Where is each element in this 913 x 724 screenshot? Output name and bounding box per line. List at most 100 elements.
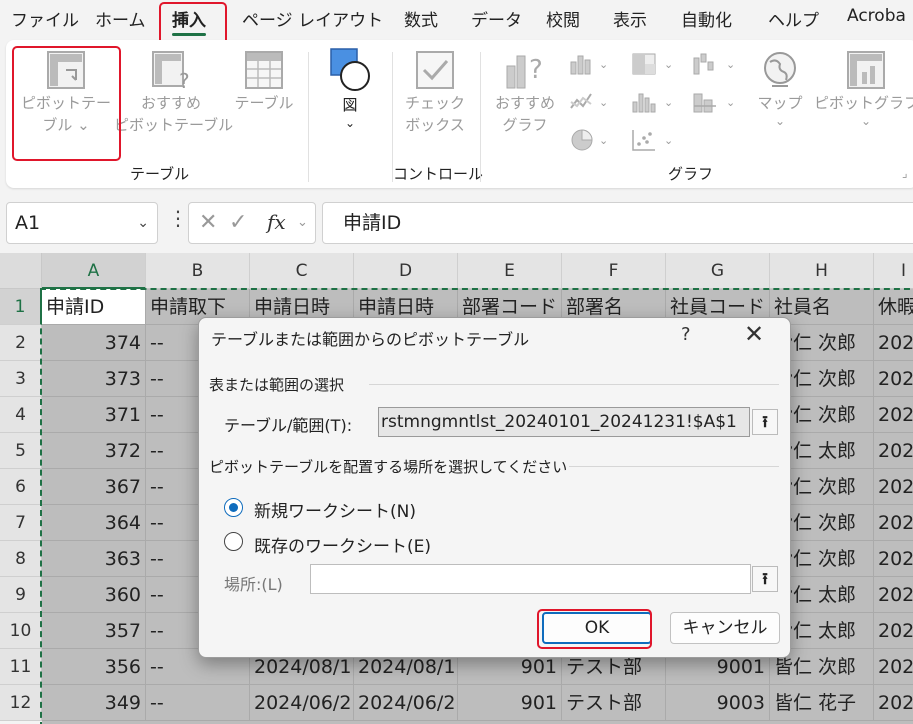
insert-function-button[interactable]: fx	[267, 210, 286, 234]
row-header-2[interactable]: 2	[0, 325, 42, 361]
cell-a4[interactable]: 371	[42, 397, 146, 433]
cell-g12[interactable]: 9003	[666, 685, 770, 721]
line-chart-icon[interactable]	[569, 90, 595, 114]
column-header-g[interactable]: G	[666, 253, 770, 289]
column-header-h[interactable]: H	[770, 253, 874, 289]
pie-chart-icon[interactable]	[569, 128, 595, 152]
hierarchy-chart-icon[interactable]	[631, 52, 657, 76]
collapse-dialog-icon[interactable]: ⭱	[752, 566, 778, 592]
tab-page-layout[interactable]: ページ レイアウト	[242, 6, 383, 31]
tab-help[interactable]: ヘルプ	[768, 6, 819, 31]
formula-input[interactable]: 申請ID	[322, 202, 913, 244]
row-header-10[interactable]: 10	[0, 613, 42, 649]
cell-i2[interactable]: 202	[874, 325, 913, 361]
cell-i1[interactable]: 休暇	[874, 289, 913, 325]
chevron-down-icon[interactable]: ⌄	[664, 58, 673, 71]
column-header-b[interactable]: B	[146, 253, 250, 289]
column-header-d[interactable]: D	[354, 253, 458, 289]
column-header-i[interactable]: I	[874, 253, 913, 289]
cell-f12[interactable]: テスト部	[562, 685, 666, 721]
cell-i11[interactable]: 202	[874, 649, 913, 685]
cell-i7[interactable]: 202	[874, 505, 913, 541]
cell-i5[interactable]: 202	[874, 433, 913, 469]
chevron-down-icon[interactable]: ⌄	[599, 96, 608, 109]
tab-acrobat[interactable]: Acroba	[847, 6, 906, 26]
row-header-6[interactable]: 6	[0, 469, 42, 505]
cell-i6[interactable]: 202	[874, 469, 913, 505]
cell-d12[interactable]: 2024/06/2	[354, 685, 458, 721]
column-header-e[interactable]: E	[458, 253, 562, 289]
row-header-12[interactable]: 12	[0, 685, 42, 721]
cell-a11[interactable]: 356	[42, 649, 146, 685]
checkbox-button[interactable]: チェック ボックス	[400, 48, 470, 136]
column-header-f[interactable]: F	[562, 253, 666, 289]
tab-automate[interactable]: 自動化	[681, 6, 732, 31]
row-header-8[interactable]: 8	[0, 541, 42, 577]
location-input[interactable]	[310, 564, 751, 594]
cell-a8[interactable]: 363	[42, 541, 146, 577]
cell-i12[interactable]: 202	[874, 685, 913, 721]
tab-insert[interactable]: 挿入	[172, 6, 206, 36]
tab-view[interactable]: 表示	[613, 6, 647, 31]
recommended-pivot-button[interactable]: ? おすすめ ピボットテーブル	[114, 48, 233, 136]
cell-a2[interactable]: 374	[42, 325, 146, 361]
chevron-down-icon[interactable]: ⌄	[599, 134, 608, 147]
chevron-down-icon[interactable]: ⌄	[664, 96, 673, 109]
radio-existing-worksheet-label[interactable]: 既存のワークシート(E)	[254, 532, 431, 557]
radio-existing-worksheet[interactable]	[224, 532, 243, 551]
name-box[interactable]: A1 ⌄	[6, 202, 158, 244]
check-icon[interactable]: ✓	[229, 210, 247, 235]
tab-file[interactable]: ファイル	[11, 6, 79, 31]
range-input[interactable]: rstmngmntlst_20240101_20241231!$A$1	[378, 407, 750, 437]
cell-a3[interactable]: 373	[42, 361, 146, 397]
cancel-button[interactable]: キャンセル	[670, 612, 780, 644]
ok-button[interactable]: OK	[542, 612, 652, 644]
tab-review[interactable]: 校閲	[546, 6, 580, 31]
radio-new-worksheet[interactable]	[224, 498, 243, 517]
dialog-launcher-icon[interactable]: ⌟	[902, 166, 908, 180]
row-header-7[interactable]: 7	[0, 505, 42, 541]
scatter-chart-icon[interactable]	[631, 128, 657, 152]
radio-new-worksheet-label[interactable]: 新規ワークシート(N)	[254, 497, 416, 522]
row-header-1[interactable]: 1	[0, 289, 42, 325]
cancel-icon[interactable]: ✕	[199, 210, 217, 235]
chevron-down-icon[interactable]: ⌄	[599, 58, 608, 71]
row-header-4[interactable]: 4	[0, 397, 42, 433]
statistic-chart-icon[interactable]	[631, 90, 657, 114]
row-header-3[interactable]: 3	[0, 361, 42, 397]
tab-formulas[interactable]: 数式	[404, 6, 438, 31]
cell-i8[interactable]: 202	[874, 541, 913, 577]
pivot-table-button[interactable]: ピボットテー ブル ⌄	[14, 48, 118, 136]
chevron-down-icon[interactable]: ⌄	[297, 215, 308, 230]
chevron-down-icon[interactable]: ⌄	[726, 96, 735, 109]
cell-i4[interactable]: 202	[874, 397, 913, 433]
tab-home[interactable]: ホーム	[95, 6, 146, 31]
tab-data[interactable]: データ	[471, 6, 522, 31]
chevron-down-icon[interactable]: ⌄	[664, 134, 673, 147]
map-button[interactable]: マップ ⌄	[752, 48, 808, 128]
cell-e12[interactable]: 901	[458, 685, 562, 721]
cell-a7[interactable]: 364	[42, 505, 146, 541]
column-header-c[interactable]: C	[250, 253, 354, 289]
row-header-9[interactable]: 9	[0, 577, 42, 613]
cell-a1[interactable]: 申請ID	[42, 289, 146, 325]
select-all-corner[interactable]	[0, 253, 42, 289]
cell-b12[interactable]: --	[146, 685, 250, 721]
column-chart-icon[interactable]	[569, 52, 595, 76]
cell-a10[interactable]: 357	[42, 613, 146, 649]
column-header-a[interactable]: A	[42, 253, 146, 289]
cell-i9[interactable]: 202	[874, 577, 913, 613]
collapse-dialog-icon[interactable]: ⭱	[752, 409, 778, 435]
illustrations-button[interactable]: 図 ⌄	[322, 46, 378, 130]
cell-a12[interactable]: 349	[42, 685, 146, 721]
recommended-charts-button[interactable]: ? おすすめ グラフ	[488, 48, 562, 136]
chevron-down-icon[interactable]: ⌄	[137, 203, 149, 243]
cell-h12[interactable]: 皆仁 花子	[770, 685, 874, 721]
chevron-down-icon[interactable]: ⌄	[726, 58, 735, 71]
close-button[interactable]: ✕	[744, 320, 764, 348]
more-options-icon[interactable]: ⋮	[168, 206, 188, 230]
table-button[interactable]: テーブル	[228, 48, 300, 114]
cell-i3[interactable]: 202	[874, 361, 913, 397]
cell-c12[interactable]: 2024/06/2	[250, 685, 354, 721]
cell-a6[interactable]: 367	[42, 469, 146, 505]
